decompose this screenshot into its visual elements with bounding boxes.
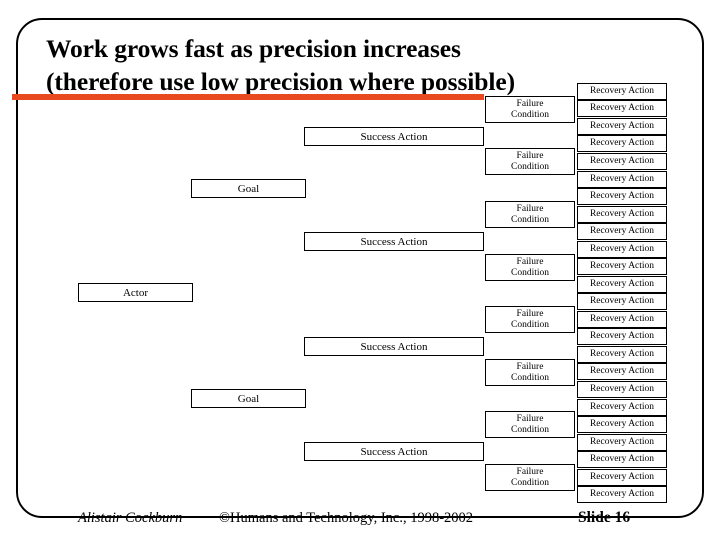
success-action-box: Success Action [304, 442, 484, 461]
recovery-action-box: Recovery Action [577, 135, 667, 152]
recovery-action-box-label: Recovery Action [589, 472, 655, 483]
goal-box: Goal [191, 179, 306, 198]
failure-condition-box-line-2: Condition [510, 161, 549, 172]
failure-condition-box-line-2: Condition [510, 109, 549, 120]
recovery-action-box-label: Recovery Action [589, 103, 655, 114]
recovery-action-box-label: Recovery Action [589, 244, 655, 255]
recovery-action-box: Recovery Action [577, 153, 667, 170]
failure-condition-box: Failure Condition [485, 306, 575, 333]
success-action-box: Success Action [304, 127, 484, 146]
failure-condition-box-line-1: Failure [516, 203, 544, 214]
failure-condition-box: Failure Condition [485, 359, 575, 386]
success-action-box: Success Action [304, 232, 484, 251]
failure-condition-box-line-1: Failure [516, 98, 544, 109]
goal-box: Goal [191, 389, 306, 408]
recovery-action-box: Recovery Action [577, 100, 667, 117]
recovery-action-box-label: Recovery Action [589, 384, 655, 395]
failure-condition-box: Failure Condition [485, 201, 575, 228]
recovery-action-box-label: Recovery Action [589, 174, 655, 185]
recovery-action-box-label: Recovery Action [589, 419, 655, 430]
goal-box-label: Goal [237, 182, 260, 195]
recovery-action-box: Recovery Action [577, 118, 667, 135]
failure-condition-box-line-2: Condition [510, 477, 549, 488]
success-action-box: Success Action [304, 337, 484, 356]
recovery-action-box-label: Recovery Action [589, 261, 655, 272]
recovery-action-box: Recovery Action [577, 469, 667, 486]
recovery-action-box-label: Recovery Action [589, 454, 655, 465]
goal-box-label: Goal [237, 392, 260, 405]
actor-box-label: Actor [122, 286, 149, 299]
recovery-action-box: Recovery Action [577, 241, 667, 258]
recovery-action-box-label: Recovery Action [589, 279, 655, 290]
recovery-action-box: Recovery Action [577, 258, 667, 275]
recovery-action-box-label: Recovery Action [589, 138, 655, 149]
recovery-action-box-label: Recovery Action [589, 437, 655, 448]
recovery-action-box-label: Recovery Action [589, 156, 655, 167]
recovery-action-box-label: Recovery Action [589, 402, 655, 413]
recovery-action-box: Recovery Action [577, 381, 667, 398]
failure-condition-box: Failure Condition [485, 254, 575, 281]
recovery-action-box: Recovery Action [577, 171, 667, 188]
failure-condition-box: Failure Condition [485, 411, 575, 438]
recovery-action-box: Recovery Action [577, 83, 667, 100]
recovery-action-box: Recovery Action [577, 311, 667, 328]
recovery-action-box: Recovery Action [577, 276, 667, 293]
title-underline-rule [12, 94, 484, 100]
recovery-action-box: Recovery Action [577, 416, 667, 433]
failure-condition-box: Failure Condition [485, 464, 575, 491]
failure-condition-box-line-1: Failure [516, 308, 544, 319]
recovery-action-box-label: Recovery Action [589, 296, 655, 307]
recovery-action-box: Recovery Action [577, 434, 667, 451]
failure-condition-box-line-1: Failure [516, 466, 544, 477]
recovery-action-box: Recovery Action [577, 206, 667, 223]
failure-condition-box-line-2: Condition [510, 424, 549, 435]
failure-condition-box: Failure Condition [485, 148, 575, 175]
failure-condition-box-line-2: Condition [510, 319, 549, 330]
recovery-action-box-label: Recovery Action [589, 314, 655, 325]
recovery-action-box-label: Recovery Action [589, 226, 655, 237]
recovery-action-box: Recovery Action [577, 328, 667, 345]
failure-condition-box-line-1: Failure [516, 413, 544, 424]
recovery-action-box: Recovery Action [577, 188, 667, 205]
recovery-action-box-label: Recovery Action [589, 86, 655, 97]
page-title-line-2: (therefore use low precision where possi… [46, 66, 515, 96]
failure-condition-box-line-1: Failure [516, 256, 544, 267]
success-action-box-label: Success Action [360, 340, 428, 353]
failure-condition-box-line-2: Condition [510, 214, 549, 225]
success-action-box-label: Success Action [360, 445, 428, 458]
footer-author: Alistair Cockburn [78, 510, 183, 526]
recovery-action-box-label: Recovery Action [589, 121, 655, 132]
recovery-action-box-label: Recovery Action [589, 331, 655, 342]
recovery-action-box-label: Recovery Action [589, 191, 655, 202]
recovery-action-box-label: Recovery Action [589, 489, 655, 500]
recovery-action-box: Recovery Action [577, 223, 667, 240]
failure-condition-box-line-2: Condition [510, 372, 549, 383]
success-action-box-label: Success Action [360, 130, 428, 143]
recovery-action-box: Recovery Action [577, 486, 667, 503]
footer-copyright: ©Humans and Technology, Inc., 1998-2002 [219, 510, 474, 526]
footer-slide-number: Slide 16 [578, 509, 631, 526]
failure-condition-box: Failure Condition [485, 96, 575, 123]
recovery-action-box: Recovery Action [577, 293, 667, 310]
recovery-action-box: Recovery Action [577, 346, 667, 363]
actor-box: Actor [78, 283, 193, 302]
failure-condition-box-line-2: Condition [510, 267, 549, 278]
recovery-action-box: Recovery Action [577, 451, 667, 468]
page-title: Work grows fast as precision increases (… [46, 33, 606, 98]
recovery-action-box: Recovery Action [577, 399, 667, 416]
recovery-action-box-label: Recovery Action [589, 349, 655, 360]
page-title-line-1: Work grows fast as precision increases [46, 34, 461, 63]
slide-canvas: Work grows fast as precision increases (… [0, 0, 720, 540]
recovery-action-box: Recovery Action [577, 363, 667, 380]
failure-condition-box-line-1: Failure [516, 361, 544, 372]
recovery-action-box-label: Recovery Action [589, 366, 655, 377]
failure-condition-box-line-1: Failure [516, 150, 544, 161]
recovery-action-box-label: Recovery Action [589, 209, 655, 220]
success-action-box-label: Success Action [360, 235, 428, 248]
